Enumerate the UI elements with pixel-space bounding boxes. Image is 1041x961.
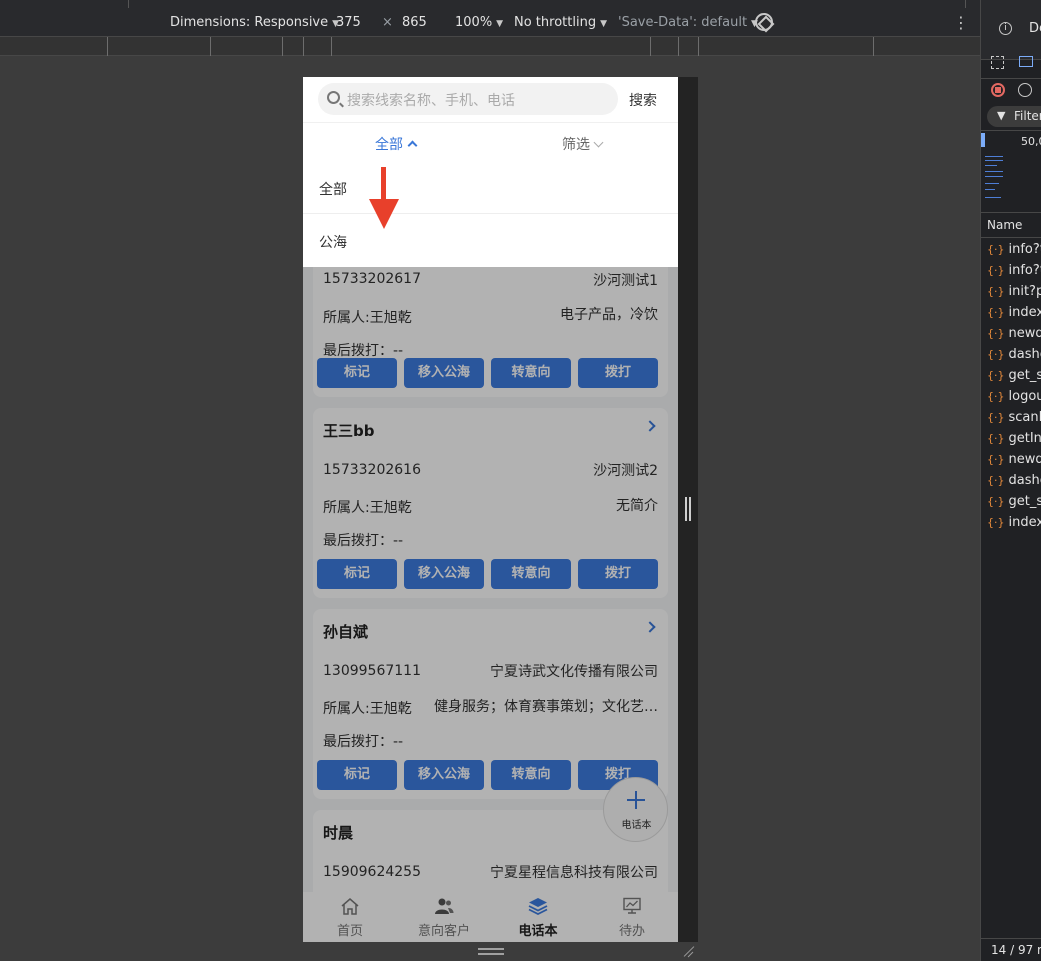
rotate-icon[interactable] bbox=[755, 13, 773, 31]
height-input[interactable]: 865 bbox=[402, 15, 427, 30]
corner-resize-handle-icon[interactable] bbox=[682, 945, 694, 957]
search-bar: 搜索线索名称、手机、电话 搜索 bbox=[303, 77, 678, 122]
network-request-row[interactable]: {·}dashco bbox=[987, 347, 1041, 362]
save-data-select[interactable]: 'Save-Data': default ▼ bbox=[618, 15, 758, 30]
dimensions-select[interactable]: Dimensions: Responsive ▼ bbox=[170, 15, 339, 30]
xhr-icon: {·} bbox=[987, 390, 1005, 403]
request-name: info?t= bbox=[1008, 263, 1041, 278]
network-request-row[interactable]: {·}scanLo bbox=[987, 410, 1041, 425]
search-placeholder: 搜索线索名称、手机、电话 bbox=[347, 93, 515, 109]
filter-tab[interactable]: 筛选 bbox=[562, 134, 604, 154]
request-name: dashco bbox=[1008, 473, 1041, 488]
name-column-header[interactable]: Name bbox=[987, 218, 1022, 232]
zoom-select[interactable]: 100% ▼ bbox=[455, 15, 503, 30]
request-name: dashco bbox=[1008, 347, 1041, 362]
network-request-row[interactable]: {·}logout bbox=[987, 389, 1041, 404]
xhr-icon: {·} bbox=[987, 474, 1005, 487]
record-stop-icon[interactable] bbox=[991, 83, 1005, 97]
annotation-arrow-icon bbox=[369, 167, 399, 232]
request-name: newda bbox=[1008, 326, 1041, 341]
viewport-resize-gutter[interactable] bbox=[678, 77, 698, 942]
search-input[interactable]: 搜索线索名称、手机、电话 bbox=[318, 83, 618, 115]
bottom-resize-handle-icon[interactable] bbox=[478, 948, 504, 955]
times-sign: × bbox=[382, 15, 393, 30]
request-name: scanLo bbox=[1008, 410, 1041, 425]
filter-bar: 全部 筛选 bbox=[303, 122, 678, 162]
resize-handle-icon[interactable] bbox=[685, 497, 691, 521]
chevron-up-icon bbox=[407, 140, 418, 151]
xhr-icon: {·} bbox=[987, 495, 1005, 508]
xhr-icon: {·} bbox=[987, 516, 1005, 529]
network-request-row[interactable]: {·}dashco bbox=[987, 473, 1041, 488]
network-request-row[interactable]: {·}get_sa bbox=[987, 494, 1041, 509]
request-name: index? bbox=[1008, 305, 1041, 320]
xhr-icon: {·} bbox=[987, 411, 1005, 424]
request-name: index? bbox=[1008, 515, 1041, 530]
network-request-row[interactable]: {·}info?t= bbox=[987, 263, 1041, 278]
search-icon bbox=[327, 91, 340, 104]
caret-down-icon: ▼ bbox=[600, 19, 607, 29]
network-request-row[interactable]: {·}index? bbox=[987, 305, 1041, 320]
info-icon[interactable]: i bbox=[999, 22, 1012, 35]
network-request-row[interactable]: {·}info?t= bbox=[987, 242, 1041, 257]
network-request-row[interactable]: {·}index? bbox=[987, 515, 1041, 530]
caret-down-icon: ▼ bbox=[496, 19, 504, 29]
network-request-row[interactable]: {·}get_sa bbox=[987, 368, 1041, 383]
xhr-icon: {·} bbox=[987, 285, 1005, 298]
network-request-row[interactable]: {·}newda bbox=[987, 452, 1041, 467]
divider bbox=[303, 213, 678, 214]
chevron-down-icon bbox=[593, 137, 604, 148]
browser-top-strip bbox=[0, 0, 980, 8]
filter-icon: ▼ bbox=[997, 109, 1006, 122]
device-toggle-icon[interactable] bbox=[1019, 56, 1033, 67]
xhr-icon: {·} bbox=[987, 327, 1005, 340]
request-name: newda bbox=[1008, 452, 1041, 467]
xhr-icon: {·} bbox=[987, 243, 1005, 256]
status-summary: 14 / 97 r bbox=[991, 943, 1041, 957]
xhr-icon: {·} bbox=[987, 453, 1005, 466]
width-input[interactable]: 375 bbox=[336, 15, 361, 30]
xhr-icon: {·} bbox=[987, 264, 1005, 277]
devtools-panel: i De ▼ Filter 50,0 Name {·}info?t={·}inf… bbox=[980, 0, 1041, 961]
throttling-select[interactable]: No throttling ▼ bbox=[514, 15, 607, 30]
search-button[interactable]: 搜索 bbox=[629, 90, 657, 110]
phone-viewport: 搜索线索名称、手机、电话 搜索 全部 筛选 15733202617 沙河测试1 … bbox=[303, 77, 678, 942]
device-toolbar: Dimensions: Responsive ▼ 375 × 865 100% ▼ … bbox=[0, 8, 980, 37]
filter-input[interactable]: ▼ Filter bbox=[987, 106, 1041, 127]
request-name: getInfo bbox=[1008, 431, 1041, 446]
xhr-icon: {·} bbox=[987, 306, 1005, 319]
dropdown-option-all[interactable]: 全部 bbox=[319, 179, 347, 199]
dropdown-option-public-sea[interactable]: 公海 bbox=[319, 232, 347, 252]
more-options-icon[interactable]: ⋮ bbox=[953, 13, 969, 32]
request-name: get_sa bbox=[1008, 368, 1041, 383]
xhr-icon: {·} bbox=[987, 432, 1005, 445]
request-name: info?t= bbox=[1008, 242, 1041, 257]
request-name: get_sa bbox=[1008, 494, 1041, 509]
network-request-row[interactable]: {·}init?pro bbox=[987, 284, 1041, 299]
request-name: init?pro bbox=[1008, 284, 1041, 299]
xhr-icon: {·} bbox=[987, 348, 1005, 361]
inspect-element-icon[interactable] bbox=[991, 56, 1004, 69]
filter-dropdown-menu: 全部 公海 bbox=[303, 162, 678, 267]
devtools-tab[interactable]: De bbox=[1029, 21, 1041, 36]
media-query-ruler bbox=[0, 37, 980, 56]
network-request-row[interactable]: {·}getInfo bbox=[987, 431, 1041, 446]
dropdown-backdrop[interactable] bbox=[303, 162, 678, 942]
filter-all-tab[interactable]: 全部 bbox=[375, 134, 418, 154]
clear-icon[interactable] bbox=[1018, 83, 1032, 97]
request-name: logout bbox=[1008, 389, 1041, 404]
network-request-row[interactable]: {·}newda bbox=[987, 326, 1041, 341]
xhr-icon: {·} bbox=[987, 369, 1005, 382]
timeline-overview: 50,0 bbox=[981, 130, 1041, 210]
